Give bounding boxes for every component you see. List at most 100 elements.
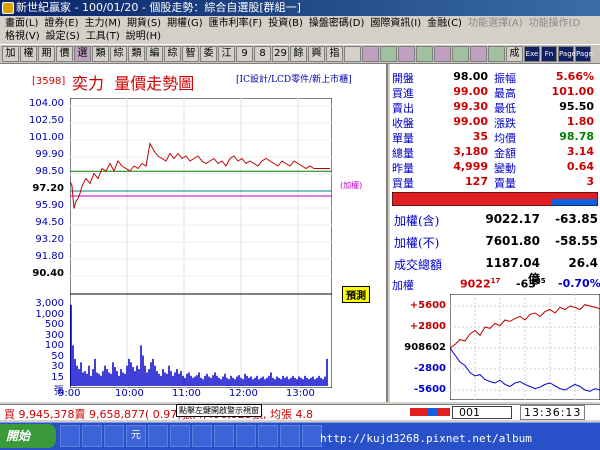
- index-label: 加權(不): [394, 236, 440, 250]
- toolbar-button-21[interactable]: [380, 46, 397, 62]
- price-tick: 90.40: [32, 268, 64, 279]
- toolbar-button-13[interactable]: 9: [236, 46, 253, 62]
- menu-item-row1-11[interactable]: 功能操作(D: [526, 17, 584, 30]
- intraday-chart[interactable]: [70, 98, 332, 388]
- toolbar-button-8[interactable]: 編: [146, 46, 163, 62]
- mini-axis-tick: -2800: [414, 363, 446, 374]
- stock-code-input[interactable]: 001: [452, 406, 512, 419]
- price-tick: 91.80: [35, 251, 64, 262]
- volume-tick: 500: [44, 319, 64, 330]
- taskbar-task[interactable]: [236, 425, 256, 447]
- menu-item-row1-3[interactable]: 期貨(S): [124, 17, 164, 30]
- toolbar-button-11[interactable]: 委: [200, 46, 217, 62]
- toolbar-button-10[interactable]: 智: [182, 46, 199, 62]
- taskbar-task[interactable]: [192, 425, 212, 447]
- plot-frame: [70, 98, 332, 388]
- quote-label: 最高: [494, 87, 516, 100]
- toolbar-button-14[interactable]: 8: [254, 46, 271, 62]
- quote-label: 最低: [494, 102, 516, 115]
- index-row: 成交總額 1187.04億 26.4: [394, 256, 598, 286]
- toolbar-button-20[interactable]: [362, 46, 379, 62]
- stock-category: [IC設計/LCD零件/新上市櫃]: [236, 75, 352, 85]
- menu-item-row1-2[interactable]: 主力(M): [82, 17, 124, 30]
- quote-label: 總量: [392, 147, 414, 160]
- menu-item-row1-0[interactable]: 畫面(L): [2, 17, 41, 30]
- toolbar-button-12[interactable]: 江: [218, 46, 235, 62]
- menu-item-row1-4[interactable]: 期權(G): [164, 17, 206, 30]
- clock: 13:36:13: [520, 405, 586, 420]
- price-tick: 99.90: [35, 149, 64, 160]
- taskbar-task[interactable]: [258, 425, 278, 447]
- price-tick: 101.00: [29, 132, 64, 143]
- toolbar-button-30[interactable]: Fn: [541, 46, 557, 62]
- quote-label: 買量: [392, 177, 414, 190]
- toolbar-button-6[interactable]: 綜: [110, 46, 127, 62]
- trade-summary: 買 9,945,378賣 9,658,877( 0.97)張,4,490,925…: [4, 408, 313, 421]
- taskbar-task[interactable]: [148, 425, 168, 447]
- price-tick: 97.20: [32, 183, 64, 194]
- mini-index-pct: -0.70%: [558, 277, 600, 290]
- toolbar-button-4[interactable]: 選: [74, 46, 91, 62]
- menu-item-row1-5[interactable]: 匯市利率(F): [206, 17, 266, 30]
- menu-item-row2-1[interactable]: 設定(S): [43, 30, 83, 43]
- menu-item-row2-3[interactable]: 說明(H): [123, 30, 164, 43]
- taskbar-task[interactable]: [214, 425, 234, 447]
- taskbar-task[interactable]: [280, 425, 300, 447]
- quote-row: 開盤 98.00 振幅 5.66%: [392, 70, 600, 85]
- watermark-url: http://kujd3268.pixnet.net/album: [320, 432, 532, 445]
- time-tick: 10:00: [115, 388, 144, 399]
- mini-axis-tick: 908602: [404, 342, 446, 353]
- toolbar-button-1[interactable]: 權: [20, 46, 37, 62]
- toolbar-button-2[interactable]: 期: [38, 46, 55, 62]
- toolbar-button-3[interactable]: 價: [56, 46, 73, 62]
- toolbar-button-31[interactable]: Page: [558, 46, 576, 62]
- toolbar-button-7[interactable]: 類: [128, 46, 145, 62]
- taskbar-task[interactable]: [104, 425, 124, 447]
- toolbar-button-0[interactable]: 加: [2, 46, 19, 62]
- menu-item-row1-1[interactable]: 證券(E): [41, 17, 81, 30]
- toolbar-button-26[interactable]: [470, 46, 487, 62]
- menu-item-row2-0[interactable]: 格視(V): [2, 30, 43, 43]
- toolbar-button-5[interactable]: 類: [92, 46, 109, 62]
- taskbar-task[interactable]: [170, 425, 190, 447]
- toolbar-button-16[interactable]: 餘: [290, 46, 307, 62]
- mini-index-axis: +5600 +2800 908602 -2800 -5600: [390, 294, 450, 400]
- toolbar-button-17[interactable]: 興: [308, 46, 325, 62]
- taskbar-task[interactable]: [302, 425, 322, 447]
- time-axis: 9:00 10:00 11:00 12:00 13:00: [58, 388, 340, 402]
- start-button[interactable]: 開始: [0, 424, 56, 448]
- toolbar-button-9[interactable]: 綜: [164, 46, 181, 62]
- quote-label: 振幅: [494, 72, 516, 85]
- toolbar-button-27[interactable]: [488, 46, 505, 62]
- quote-value: 5.66%: [555, 70, 594, 83]
- window-titlebar[interactable]: 新世紀贏家 - 100/01/20 - 個股走勢：綜合自選股[群組一]: [0, 0, 600, 16]
- toolbar-button-18[interactable]: 指: [326, 46, 343, 62]
- taskbar-task[interactable]: 元: [126, 425, 146, 447]
- quote-value: 101.00: [551, 85, 594, 98]
- toolbar-button-24[interactable]: [434, 46, 451, 62]
- price-tick: 93.20: [35, 234, 64, 245]
- toolbar-button-25[interactable]: [452, 46, 469, 62]
- menu-item-row1-8[interactable]: 國際資訊(I): [367, 17, 424, 30]
- menu-item-row1-9[interactable]: 金融(C): [424, 17, 465, 30]
- taskbar-task[interactable]: [60, 425, 80, 447]
- stock-name: 奕力: [72, 74, 105, 93]
- taskbar-task[interactable]: [82, 425, 102, 447]
- mini-index-chart[interactable]: [450, 294, 600, 400]
- toolbar-button-29[interactable]: Exe: [524, 46, 540, 62]
- forecast-button[interactable]: 預測: [342, 286, 370, 303]
- alert-tooltip: 點擊左鍵開啟警示視窗: [176, 404, 262, 417]
- price-tick: 104.00: [29, 98, 64, 109]
- index-change: -58.55: [555, 234, 598, 248]
- toolbar-button-15[interactable]: 29: [272, 46, 289, 62]
- menu-item-row1-7[interactable]: 操盤密碼(D): [306, 17, 368, 30]
- toolbar-button-22[interactable]: [398, 46, 415, 62]
- toolbar-button-28[interactable]: 成: [506, 46, 523, 62]
- toolbar-button-19[interactable]: [344, 46, 361, 62]
- toolbar-button-32[interactable]: Page: [575, 46, 593, 62]
- menu-item-row1-6[interactable]: 投資(B): [265, 17, 306, 30]
- menu-item-row2-2[interactable]: 工具(T): [83, 30, 123, 43]
- menu-item-row1-10[interactable]: 功能選擇(A): [465, 17, 526, 30]
- toolbar-button-23[interactable]: [416, 46, 433, 62]
- index-row: 加權(含) 9022.17 -63.85: [394, 212, 598, 232]
